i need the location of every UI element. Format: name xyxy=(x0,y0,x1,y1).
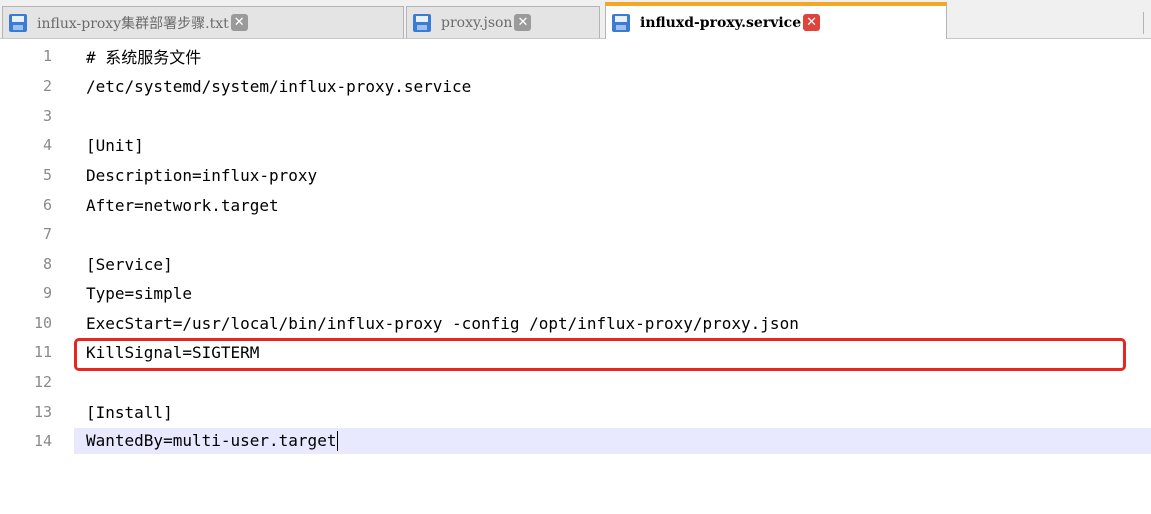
tab-label: proxy.json xyxy=(441,14,513,31)
editor-line: 12 xyxy=(0,369,1151,395)
save-icon xyxy=(612,13,630,32)
line-text: [Service] xyxy=(86,254,173,274)
line-text: /etc/systemd/system/influx-proxy.service xyxy=(86,76,472,96)
line-text: [Install] xyxy=(86,402,173,422)
tab-influxd-proxy-service[interactable]: influxd-proxy.service ✕ xyxy=(605,2,947,39)
tab-label: influx-proxy集群部署步骤.txt xyxy=(37,15,229,32)
close-icon[interactable]: ✕ xyxy=(514,14,532,31)
close-icon[interactable]: ✕ xyxy=(803,14,821,31)
line-number: 9 xyxy=(42,284,52,302)
save-icon xyxy=(413,13,431,32)
tab-label: influxd-proxy.service xyxy=(640,14,802,31)
line-number: 7 xyxy=(42,225,52,243)
tab-influx-proxy-steps[interactable]: influx-proxy集群部署步骤.txt ✕ xyxy=(2,6,404,38)
line-number: 1 xyxy=(42,47,52,65)
line-text: Description=influx-proxy xyxy=(86,165,318,185)
close-icon[interactable]: ✕ xyxy=(230,14,248,31)
line-number: 5 xyxy=(42,166,52,184)
editor-line: 13 [Install] xyxy=(0,399,1151,425)
line-text: [Unit] xyxy=(86,135,144,155)
line-number: 3 xyxy=(42,107,52,125)
line-number: 11 xyxy=(33,343,52,361)
line-text: WantedBy=multi-user.target xyxy=(86,430,339,452)
tab-bar: influx-proxy集群部署步骤.txt ✕ proxy.json ✕ in… xyxy=(0,0,1151,39)
editor-line: 8 [Service] xyxy=(0,251,1151,277)
line-number: 4 xyxy=(42,136,52,154)
editor-line-current: 14 WantedBy=multi-user.target xyxy=(34,428,1151,454)
line-number: 14 xyxy=(33,432,52,450)
line-number: 8 xyxy=(42,255,52,273)
line-number: 13 xyxy=(33,403,52,421)
editor-line: 4 [Unit] xyxy=(0,132,1151,158)
line-number: 12 xyxy=(33,373,52,391)
editor-line: 5 Description=influx-proxy xyxy=(0,162,1151,188)
line-text: Type=simple xyxy=(86,283,192,303)
editor-line: 1 # 系统服务文件 xyxy=(0,43,1151,69)
line-text: After=network.target xyxy=(86,195,279,215)
save-icon xyxy=(9,13,27,32)
editor-line: 6 After=network.target xyxy=(0,192,1151,218)
editor-line: 9 Type=simple xyxy=(0,280,1151,306)
editor-line: 2 /etc/systemd/system/influx-proxy.servi… xyxy=(0,73,1151,99)
text-caret xyxy=(337,431,339,452)
line-number: 6 xyxy=(42,196,52,214)
editor-line: 10 ExecStart=/usr/local/bin/influx-proxy… xyxy=(0,310,1151,336)
tab-separator xyxy=(1143,12,1144,34)
line-text: ExecStart=/usr/local/bin/influx-proxy -c… xyxy=(86,313,799,333)
highlight-box xyxy=(74,338,1126,371)
editor-area[interactable]: 1 # 系统服务文件 2 /etc/systemd/system/influx-… xyxy=(0,39,1151,514)
line-text-content: WantedBy=multi-user.target xyxy=(86,430,337,450)
editor-line: 7 xyxy=(0,221,1151,247)
line-number: 2 xyxy=(42,77,52,95)
line-text: # 系统服务文件 xyxy=(86,48,202,67)
tab-proxy-json[interactable]: proxy.json ✕ xyxy=(406,6,600,38)
editor-line: 3 xyxy=(0,103,1151,129)
line-number: 10 xyxy=(33,314,52,332)
